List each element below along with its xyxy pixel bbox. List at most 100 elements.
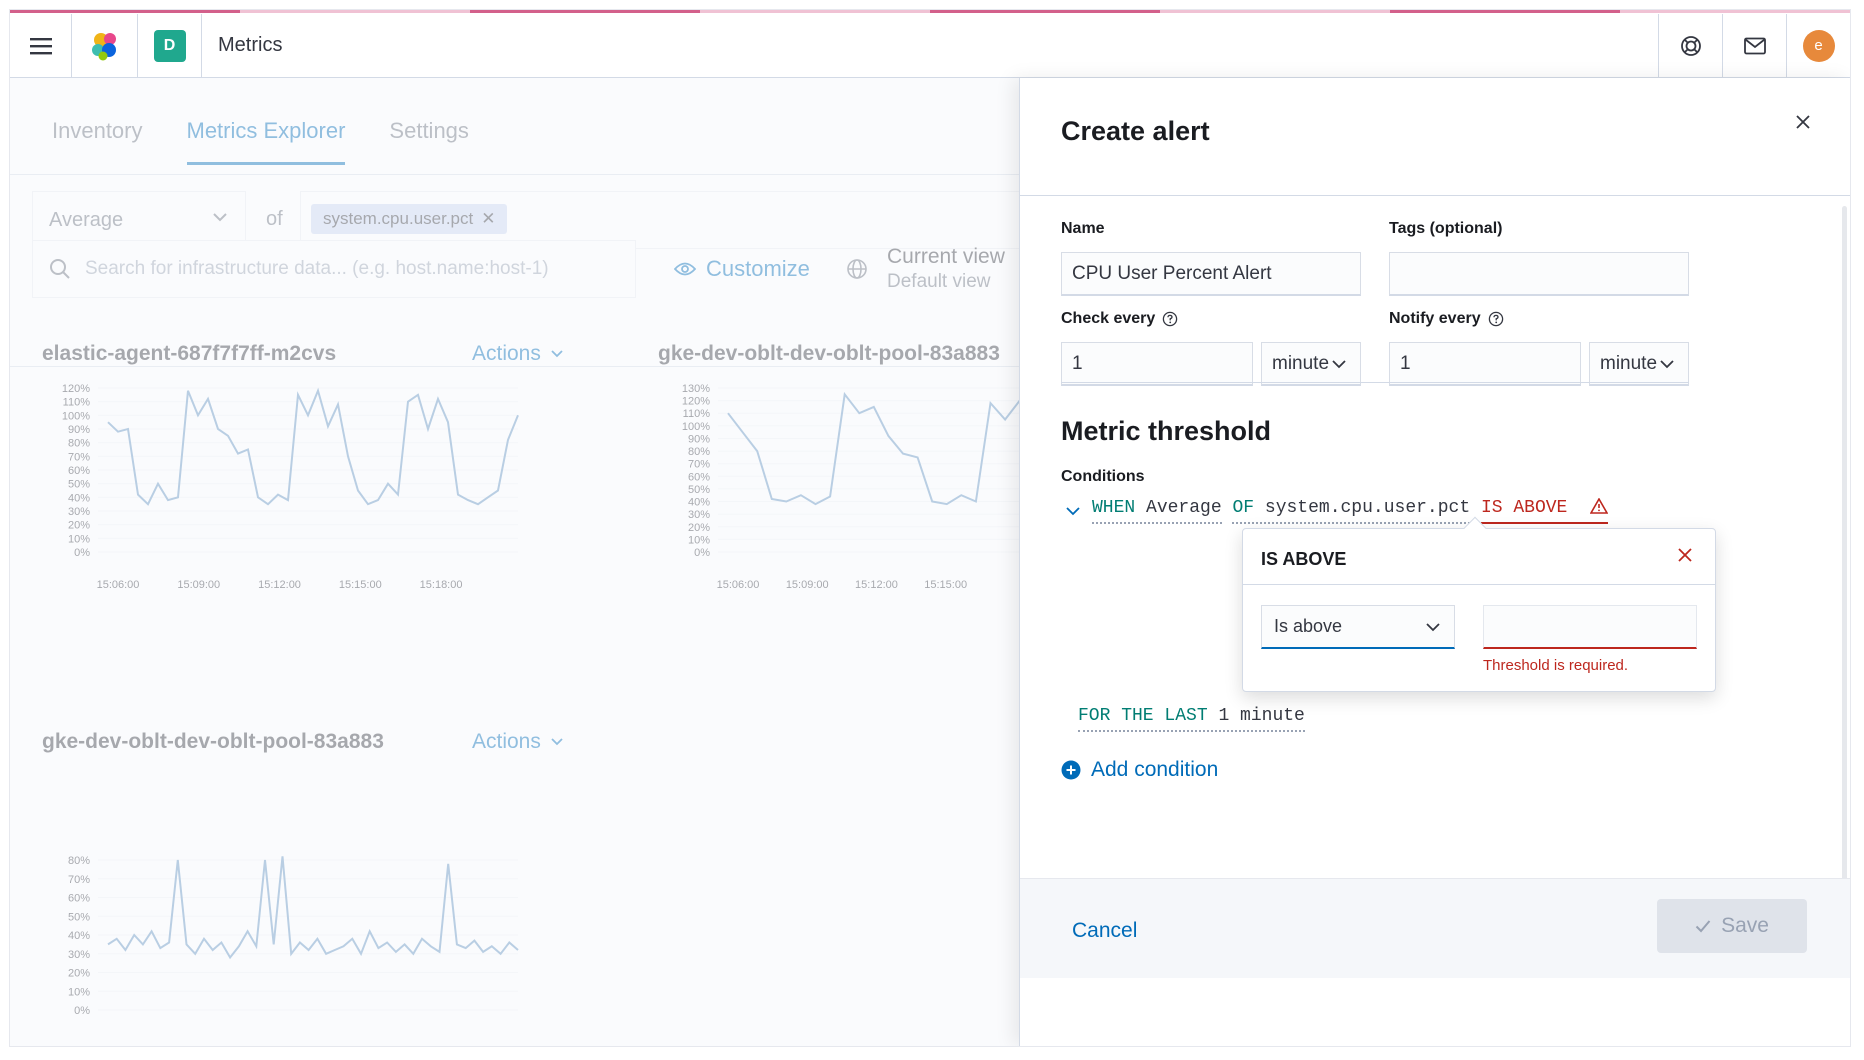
metric-chart-2-plot: 130%120%110%100%90%80%70%60%50%40%30%20%… xyxy=(682,383,1022,591)
metric-chart-1: elastic-agent-687f7f7ff-m2cvs xyxy=(42,342,336,366)
y-tick-label: 20% xyxy=(68,968,90,980)
comparator-select[interactable]: Is above xyxy=(1261,605,1455,649)
top-header: D Metrics e xyxy=(10,13,1850,78)
aggregation-value: Average xyxy=(1146,498,1222,518)
y-tick-label: 0% xyxy=(74,1005,90,1017)
chevron-down-icon xyxy=(1332,360,1346,369)
tags-field[interactable] xyxy=(1389,252,1689,296)
x-tick-label: 15:15:00 xyxy=(924,579,967,591)
y-tick-label: 100% xyxy=(62,410,90,422)
save-button[interactable]: Save xyxy=(1657,899,1807,953)
for-the-last-expression[interactable]: FOR THE LAST 1 minute xyxy=(1078,706,1305,732)
check-every-unit-select[interactable]: minute xyxy=(1261,342,1361,386)
customize-label: Customize xyxy=(706,256,810,281)
y-tick-label: 40% xyxy=(68,492,90,504)
y-tick-label: 0% xyxy=(694,547,710,559)
news-feed-button[interactable] xyxy=(1722,13,1786,78)
tab-inventory[interactable]: Inventory xyxy=(52,118,143,165)
elastic-logo-icon xyxy=(91,32,116,60)
notify-every-unit-value: minute xyxy=(1600,352,1658,374)
notify-every-value-field[interactable]: 1 xyxy=(1389,342,1581,386)
check-every-unit-value: minute xyxy=(1272,352,1330,374)
cancel-button[interactable]: Cancel xyxy=(1072,919,1137,943)
y-tick-label: 70% xyxy=(688,459,710,471)
comparator-keyword: IS ABOVE xyxy=(1480,498,1568,518)
menu-button[interactable] xyxy=(10,13,72,78)
popover-close-button[interactable] xyxy=(1677,547,1697,567)
threshold-input[interactable] xyxy=(1483,605,1697,649)
flyout-close-button[interactable] xyxy=(1789,108,1817,136)
y-tick-label: 40% xyxy=(68,930,90,942)
question-icon[interactable] xyxy=(1488,311,1504,327)
create-alert-flyout: Create alert Name CPU User Percent Alert… xyxy=(1019,78,1850,1046)
user-menu-button[interactable]: e xyxy=(1786,13,1850,78)
x-tick-label: 15:09:00 xyxy=(177,579,220,591)
metrics-explorer-background: Inventory Metrics Explorer Settings Aver… xyxy=(10,78,1022,1046)
metric-chip[interactable]: system.cpu.user.pct ✕ xyxy=(311,204,508,234)
space-selector[interactable]: D xyxy=(138,13,202,78)
plus-circle-icon xyxy=(1061,760,1081,780)
y-tick-label: 70% xyxy=(68,451,90,463)
add-condition-button[interactable]: Add condition xyxy=(1061,758,1218,782)
y-tick-label: 50% xyxy=(688,484,710,496)
y-tick-label: 80% xyxy=(68,438,90,450)
comparator-select-value: Is above xyxy=(1274,616,1343,636)
hamburger-icon xyxy=(29,37,52,54)
y-tick-label: 90% xyxy=(68,424,90,436)
search-input[interactable]: Search for infrastructure data... (e.g. … xyxy=(32,240,636,298)
chevron-down-icon xyxy=(551,350,563,358)
y-tick-label: 50% xyxy=(68,479,90,491)
y-tick-label: 60% xyxy=(688,471,710,483)
when-expression[interactable]: WHEN Average xyxy=(1092,498,1222,524)
tab-metrics-explorer[interactable]: Metrics Explorer xyxy=(186,118,346,165)
y-tick-label: 80% xyxy=(688,446,710,458)
of-expression[interactable]: OF system.cpu.user.pct xyxy=(1232,498,1471,524)
question-icon[interactable] xyxy=(1162,311,1178,327)
help-button[interactable] xyxy=(1658,13,1722,78)
threshold-expression[interactable]: IS ABOVE xyxy=(1480,497,1609,524)
y-tick-label: 70% xyxy=(68,874,90,886)
elastic-logo[interactable] xyxy=(72,13,138,78)
chart-actions-button[interactable]: Actions xyxy=(472,730,565,754)
of-label: of xyxy=(266,208,283,230)
close-icon[interactable]: ✕ xyxy=(481,209,495,229)
name-label: Name xyxy=(1061,220,1105,237)
app-window: D Metrics e Inventory Metrics Explorer S… xyxy=(10,10,1850,1046)
notify-every-label: Notify every xyxy=(1389,310,1504,328)
y-tick-label: 30% xyxy=(68,949,90,961)
check-every-label-text: Check every xyxy=(1061,310,1156,327)
view-selector[interactable]: Current view Default view xyxy=(887,244,1005,294)
metric-chart-3-plot: 80% 70% 60% 50% 40% 30% 20% 10% 0% xyxy=(68,855,519,1017)
x-tick-label: 15:09:00 xyxy=(786,579,829,591)
section-divider xyxy=(1061,382,1689,383)
metric-chart-3: gke-dev-oblt-dev-oblt-pool-83a883 xyxy=(42,730,384,754)
x-tick-label: 15:12:00 xyxy=(855,579,898,591)
notify-every-unit-select[interactable]: minute xyxy=(1589,342,1689,386)
check-every-value-field[interactable]: 1 xyxy=(1061,342,1253,386)
y-tick-label: 60% xyxy=(68,465,90,477)
condition-expression: WHEN Average OF system.cpu.user.pct IS A… xyxy=(1064,497,1609,524)
default-view-label: Default view xyxy=(887,271,991,293)
y-tick-label: 10% xyxy=(688,534,710,546)
metric-chart-1-plot: 120% 110%100% 90% 80%70% 60% 50%40% 30% 20%10% 0… xyxy=(62,383,519,591)
popover-header: IS ABOVE xyxy=(1243,529,1715,585)
flyout-scrollbar[interactable] xyxy=(1842,206,1847,946)
series-line xyxy=(107,387,519,506)
y-tick-label: 10% xyxy=(68,533,90,545)
x-tick-label: 15:15:00 xyxy=(339,579,382,591)
chart-actions-button[interactable]: Actions xyxy=(472,342,565,366)
globe-icon xyxy=(847,259,867,279)
y-tick-label: 60% xyxy=(68,893,90,905)
y-tick-label: 80% xyxy=(68,855,90,867)
name-field[interactable]: CPU User Percent Alert xyxy=(1061,252,1361,296)
y-tick-label: 20% xyxy=(68,520,90,532)
flyout-footer: Cancel Save xyxy=(1020,878,1850,978)
y-tick-label: 100% xyxy=(682,421,710,433)
chevron-down-icon[interactable] xyxy=(1064,502,1082,520)
x-tick-label: 15:18:00 xyxy=(420,579,463,591)
chevron-down-icon xyxy=(213,213,227,222)
chevron-down-icon xyxy=(551,738,563,746)
customize-button[interactable]: Customize xyxy=(674,256,810,282)
chart-actions-label: Actions xyxy=(472,342,541,365)
tab-settings[interactable]: Settings xyxy=(389,118,469,165)
